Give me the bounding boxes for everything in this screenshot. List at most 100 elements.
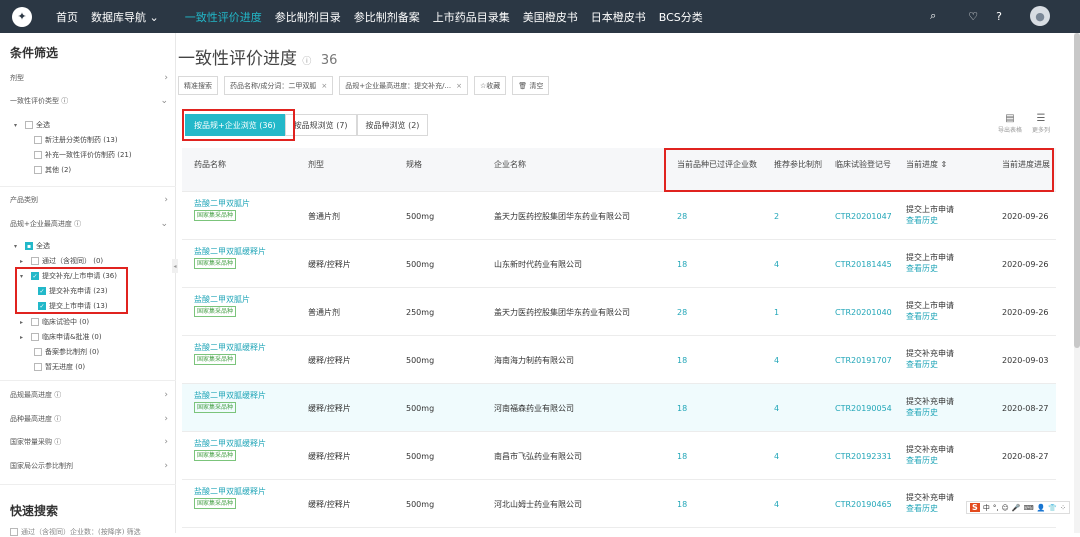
trial-number-link[interactable]: CTR20191707 (835, 355, 892, 366)
trial-number-link[interactable]: CTR20190465 (835, 499, 892, 510)
trial-number-link[interactable]: CTR20192331 (835, 451, 892, 462)
scrollbar-thumb[interactable] (1074, 33, 1080, 348)
ime-keyboard-icon[interactable]: ⌨ (1024, 504, 1034, 512)
ime-more-icon[interactable]: ⁘ (1060, 504, 1066, 512)
view-history-link[interactable]: 查看历史 (906, 264, 938, 273)
radio[interactable] (10, 528, 18, 536)
trial-number-link[interactable]: CTR20190054 (835, 403, 892, 414)
view-history-link[interactable]: 查看历史 (906, 408, 938, 417)
quick-search-option[interactable]: 通过（含视同）企业数：(按降序) 筛选 (10, 527, 141, 537)
reference-link[interactable]: 4 (774, 259, 779, 270)
passed-count-link[interactable]: 18 (677, 259, 687, 270)
close-icon[interactable]: × (456, 82, 462, 90)
reference-link[interactable]: 2 (774, 211, 779, 222)
reference-link[interactable]: 4 (774, 403, 779, 414)
tab-variety[interactable]: 按品种浏览 (2) (356, 114, 429, 136)
filter-spec-progress[interactable]: 品规最高进度 ⓘ › (10, 390, 168, 400)
export-table-button[interactable]: ▤ 导出表格 (998, 113, 1022, 134)
tab-spec[interactable]: 按品规浏览 (7) (284, 114, 357, 136)
view-history-link[interactable]: 查看历史 (906, 360, 938, 369)
filter-variety-progress[interactable]: 品种最高进度 ⓘ › (10, 414, 168, 424)
tree-item[interactable]: ▾ 全选 (14, 120, 50, 130)
reference-link[interactable]: 4 (774, 355, 779, 366)
close-icon[interactable]: × (321, 82, 327, 90)
ime-emoji-icon[interactable]: ☺ (1002, 504, 1009, 512)
tree-item[interactable]: 备案参比制剂 (0) (34, 347, 99, 357)
tree-item[interactable]: ▾ ▪ 全选 (14, 241, 50, 251)
checkbox-partial[interactable]: ▪ (25, 242, 33, 250)
checkbox[interactable] (34, 136, 42, 144)
ime-user-icon[interactable]: 👤 (1037, 504, 1046, 512)
table-row[interactable]: 盐酸二甲双胍缓释片 国家集采品种 缓释/控释片 500mg 山东新时代药业有限公司 18 4… (182, 240, 1056, 288)
ime-voice-icon[interactable]: 🎤 (1012, 504, 1021, 512)
help-icon[interactable]: ? (996, 10, 1002, 23)
drug-name-link[interactable]: 盐酸二甲双胍缓释片 (194, 439, 266, 448)
drug-name-link[interactable]: 盐酸二甲双胍缓释片 (194, 487, 266, 496)
ime-skin-icon[interactable]: 👕 (1048, 504, 1057, 512)
filter-chip-drug-name[interactable]: 药品名称/成分词：二甲双胍 × (224, 76, 334, 95)
avatar[interactable]: ● (1030, 6, 1050, 26)
tree-item[interactable]: 补充一致性评价仿制药 (21) (34, 150, 132, 160)
passed-count-link[interactable]: 18 (677, 451, 687, 462)
view-history-link[interactable]: 查看历史 (906, 312, 938, 321)
table-row[interactable]: 盐酸二甲双胍缓释片 国家集采品种 缓释/控释片 500mg 河南福森药业有限公司 18 4 C… (182, 384, 1056, 432)
nav-listed-drugs[interactable]: 上市药品目录集 (433, 9, 510, 25)
checkbox[interactable] (31, 333, 39, 341)
passed-count-link[interactable]: 18 (677, 355, 687, 366)
tree-item[interactable]: 暂无进度 (0) (34, 362, 85, 372)
view-history-link[interactable]: 查看历史 (906, 504, 938, 513)
reference-link[interactable]: 4 (774, 499, 779, 510)
table-row[interactable]: 盐酸二甲双胍片 国家集采品种 普通片剂 500mg 盖天力医药控股集团华东药业有限公司 2… (182, 192, 1056, 240)
nav-jp-orange-book[interactable]: 日本橙皮书 (591, 9, 646, 25)
clear-button[interactable]: 🗑 清空 (512, 76, 550, 95)
notification-icon[interactable]: ♡ (968, 10, 978, 23)
reference-link[interactable]: 4 (774, 451, 779, 462)
table-row[interactable]: 盐酸二甲双胍缓释片 国家集采品种 缓释/控释片 500mg 河北山姆士药业有限公司 18 4… (182, 480, 1056, 528)
nav-us-orange-book[interactable]: 美国橙皮书 (523, 9, 578, 25)
drug-name-link[interactable]: 盐酸二甲双胍片 (194, 295, 250, 304)
table-row[interactable]: 盐酸二甲双胍缓释片 国家集采品种 缓释/控释片 500mg 海南海力制药有限公司 18 4 C… (182, 336, 1056, 384)
filter-spec-company-progress[interactable]: 品规+企业最高进度 ⓘ ⌄ (10, 219, 168, 229)
tree-item[interactable]: 其他 (2) (34, 165, 71, 175)
drug-name-link[interactable]: 盐酸二甲双胍缓释片 (194, 247, 266, 256)
trial-number-link[interactable]: CTR20201040 (835, 307, 892, 318)
checkbox[interactable] (34, 363, 42, 371)
checkbox[interactable] (25, 121, 33, 129)
favorite-button[interactable]: ☆收藏 (474, 76, 507, 95)
more-columns-button[interactable]: ☰ 更多列 (1032, 113, 1050, 134)
nav-reference-filing[interactable]: 参比制剂备案 (354, 9, 420, 25)
checkbox[interactable] (34, 348, 42, 356)
filter-consistency-type[interactable]: 一致性评价类型 ⓘ ⌄ (10, 96, 168, 106)
table-row[interactable]: 盐酸二甲双胍片 国家集采品种 普通片剂 250mg 盖天力医药控股集团华东药业有限公司 2… (182, 288, 1056, 336)
passed-count-link[interactable]: 28 (677, 211, 687, 222)
drug-name-link[interactable]: 盐酸二甲双胍缓释片 (194, 343, 266, 352)
filter-dosage-form[interactable]: 剂型 › (10, 73, 168, 83)
ime-punct-icon[interactable]: °, (993, 504, 999, 512)
nav-reference-catalog[interactable]: 参比制剂目录 (275, 9, 341, 25)
drug-name-link[interactable]: 盐酸二甲双胍缓释片 (194, 391, 266, 400)
tree-item[interactable]: ▸ 通过（含视同） (0) (20, 256, 103, 266)
tree-item[interactable]: ▸ 临床申请&批准 (0) (20, 332, 102, 342)
app-logo-icon[interactable]: ✦ (12, 6, 32, 27)
checkbox[interactable] (31, 257, 39, 265)
filter-published-reference[interactable]: 国家局公示参比制剂 › (10, 461, 168, 471)
nav-consistency-progress[interactable]: 一致性评价进度 (185, 9, 262, 25)
table-row[interactable]: 盐酸二甲双胍缓释片 国家集采品种 缓释/控释片 500mg 南昌市飞弘药业有限公司 18 4… (182, 432, 1056, 480)
passed-count-link[interactable]: 18 (677, 403, 687, 414)
ime-mode[interactable]: 中 (983, 503, 990, 513)
checkbox[interactable] (34, 166, 42, 174)
filter-volume-procurement[interactable]: 国家带量采购 ⓘ › (10, 437, 168, 447)
trial-number-link[interactable]: CTR20201047 (835, 211, 892, 222)
filter-chip-progress[interactable]: 品规+企业最高进度：提交补充/... × (339, 76, 469, 95)
drug-name-link[interactable]: 盐酸二甲双胍片 (194, 199, 250, 208)
ime-toolbar[interactable]: S 中 °, ☺ 🎤 ⌨ 👤 👕 ⁘ (966, 501, 1070, 514)
tree-item[interactable]: ▸ 临床试验中 (0) (20, 317, 89, 327)
passed-count-link[interactable]: 28 (677, 307, 687, 318)
view-history-link[interactable]: 查看历史 (906, 456, 938, 465)
trial-number-link[interactable]: CTR20181445 (835, 259, 892, 270)
reference-link[interactable]: 1 (774, 307, 779, 318)
nav-database[interactable]: 数据库导航 ⌄ (91, 9, 159, 25)
precise-search-button[interactable]: 精准搜索 (178, 76, 218, 95)
view-history-link[interactable]: 查看历史 (906, 216, 938, 225)
filter-product-category[interactable]: 产品类别 › (10, 195, 168, 205)
